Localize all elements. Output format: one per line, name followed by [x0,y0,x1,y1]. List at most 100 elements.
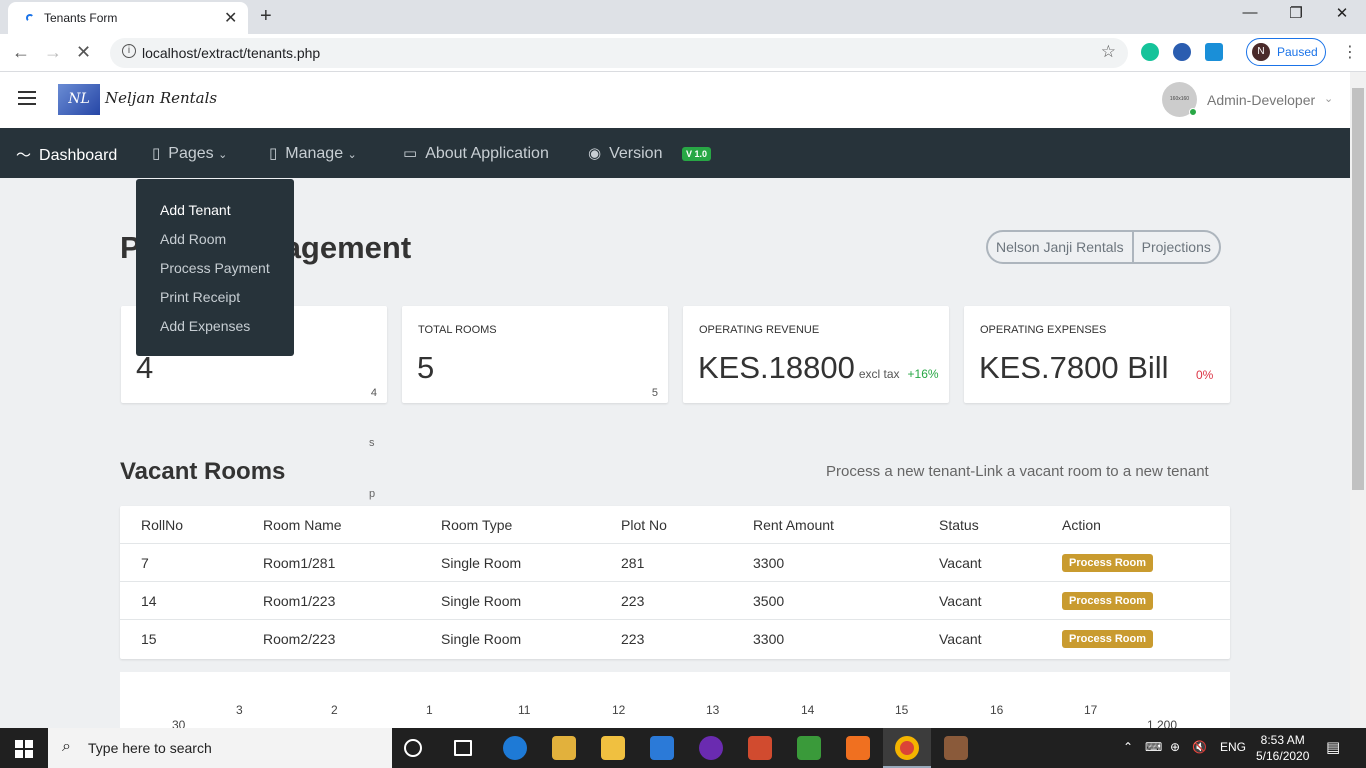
edge-icon[interactable] [503,736,527,760]
col-header: Plot No [621,517,667,533]
nav-pages[interactable]: ▯ Pages ⌄ [152,144,227,163]
system-clock[interactable]: 8:53 AM 5/16/2020 [1256,732,1309,764]
restore-icon[interactable]: ❐ [1276,4,1316,22]
activity-icon: 〜 [16,147,32,164]
minimize-icon[interactable]: — [1230,4,1270,21]
task-view-icon[interactable] [454,740,472,756]
back-icon[interactable]: ← [12,42,30,63]
network-icon[interactable]: ⊕ [1170,740,1180,754]
profile-button[interactable]: N Paused [1246,38,1326,66]
brand-name[interactable]: Neljan Rentals [105,89,217,107]
new-tab-icon[interactable]: + [260,5,272,28]
projections-button[interactable]: Projections [1131,232,1219,262]
cell: 3500 [753,593,785,609]
window-close-icon[interactable]: ✕ [1322,4,1362,22]
cell: Room1/223 [263,593,336,609]
cell: Vacant [939,593,982,609]
card-value: KES.7800 Bill [979,350,1169,385]
card-title: OPERATING REVENUE [699,324,820,336]
hamburger-icon[interactable] [18,91,36,105]
page-title-right: agement [283,230,412,265]
menu-item-add-tenant[interactable]: Add Tenant [160,202,231,218]
chart-label: 12 [612,703,626,717]
cell: Single Room [441,555,522,571]
nelson-janji-button[interactable]: Nelson Janji Rentals [988,232,1132,262]
loading-icon [26,14,34,22]
app-icon[interactable] [748,736,772,760]
nav-version-label: Version [609,145,663,162]
card-value: KES.18800 excl tax +16% [698,350,939,386]
keyboard-icon[interactable]: ⌨ [1145,740,1162,754]
xampp-icon[interactable] [846,736,870,760]
notepad-icon[interactable] [797,736,821,760]
browser-tab[interactable]: Tenants Form ✕ [8,2,248,34]
nav-manage[interactable]: ▯ Manage ⌄ [269,144,357,163]
stat-card-revenue: OPERATING REVENUE KES.18800 excl tax +16% [683,306,949,403]
nav-dashboard[interactable]: 〜 Dashboard [16,144,117,165]
nav-version[interactable]: ◉ Version [588,144,662,163]
language-indicator[interactable]: ENG [1220,740,1246,754]
clock-date: 5/16/2020 [1256,749,1310,763]
chart-label: 2 [331,703,338,717]
stop-loading-icon[interactable]: ✕ [76,42,91,63]
chrome-taskbar-button[interactable] [883,728,931,768]
chevron-up-icon[interactable]: ⌃ [1123,740,1133,754]
clock-time: 8:53 AM [1260,733,1305,747]
nav-about-label: About Application [425,145,549,162]
store-icon[interactable] [552,736,576,760]
volume-muted-icon[interactable]: 🔇 [1192,740,1207,754]
main-navbar: 〜 Dashboard ▯ Pages ⌄ ▯ Manage ⌄ ▭ About App… [0,128,1350,178]
menu-item-print-receipt[interactable]: Print Receipt [160,289,240,305]
tab-title: Tenants Form [44,11,118,25]
forward-icon[interactable]: → [44,42,62,63]
vacant-rooms-table: RollNo Room Name Room Type Plot No Rent … [120,506,1230,659]
menu-item-process-payment[interactable]: Process Payment [160,260,270,276]
page-scrollbar[interactable] [1350,72,1366,728]
tab-close-icon[interactable]: ✕ [224,8,237,28]
card-title: OPERATING EXPENSES [980,324,1107,336]
vacant-rooms-help: Process a new tenant-Link a vacant room … [826,463,1209,480]
cell: Room1/281 [263,555,336,571]
chevron-down-icon[interactable]: ⌄ [1324,92,1333,105]
process-room-button[interactable]: Process Room [1062,554,1154,572]
cortana-icon[interactable] [404,739,422,757]
menu-item-add-expenses[interactable]: Add Expenses [160,318,250,334]
extension-icon[interactable] [1173,43,1191,61]
menu-item-add-room[interactable]: Add Room [160,231,226,247]
profile-avatar: N [1252,43,1270,61]
bookmark-star-icon[interactable]: ☆ [1101,42,1116,62]
file-explorer-icon[interactable] [601,736,625,760]
nav-pages-label: Pages [168,145,214,162]
chart-label: 14 [801,703,815,717]
address-bar[interactable]: i localhost/extract/tenants.php ☆ [110,38,1128,68]
table-header: RollNo Room Name Room Type Plot No Rent … [120,506,1230,544]
chrome-icon [895,736,919,760]
cell: 14 [141,593,157,609]
chart-label: 16 [990,703,1004,717]
scrollbar-thumb[interactable] [1352,88,1364,490]
process-room-button[interactable]: Process Room [1062,592,1154,610]
user-menu[interactable]: Admin-Developer [1207,92,1315,108]
chevron-down-icon: ⌄ [347,149,357,161]
app-icon[interactable] [944,736,968,760]
taskbar-search[interactable]: ⌕ Type here to search [48,728,392,768]
stat-card-rooms: TOTAL ROOMS 5 5 [402,306,668,403]
windows-start-icon[interactable] [15,740,33,758]
browser-menu-icon[interactable]: ⋮ [1342,42,1358,62]
info-icon[interactable]: i [122,44,136,58]
col-header: Room Name [263,517,342,533]
nav-about[interactable]: ▭ About Application [403,144,549,163]
cell: Vacant [939,631,982,647]
mail-icon[interactable] [650,736,674,760]
grammarly-icon[interactable] [1141,43,1159,61]
cell: Single Room [441,631,522,647]
send-icon[interactable] [1205,43,1223,61]
vacant-rooms-title: Vacant Rooms [120,458,286,485]
tor-icon[interactable] [699,736,723,760]
logo[interactable]: NL [58,84,100,115]
nav-manage-label: Manage [285,145,344,162]
stray-text: p [369,488,376,500]
process-room-button[interactable]: Process Room [1062,630,1154,648]
cell: 3300 [753,555,785,571]
notifications-icon[interactable]: ▤ [1326,738,1340,756]
